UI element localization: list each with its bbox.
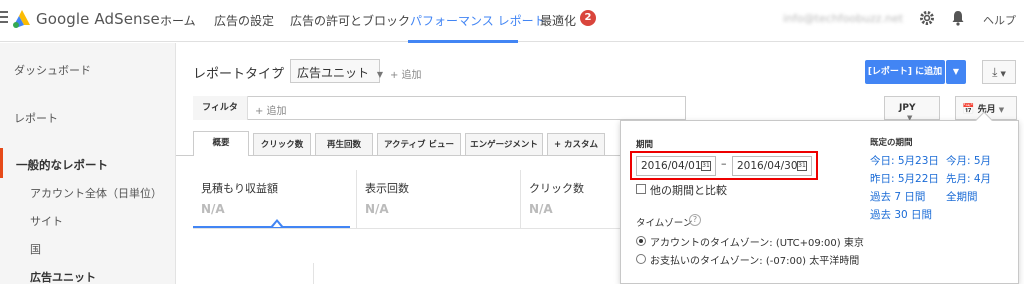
end-date-value: 2016/04/30	[737, 160, 798, 172]
tz-account-label[interactable]: アカウントのタイムゾーン: (UTC+09:00) 東京	[650, 234, 864, 249]
sidebar-item-account-daily[interactable]: アカウント全体（日単位）	[30, 185, 162, 201]
tab-custom[interactable]: + カスタム	[547, 133, 605, 155]
presets-title: 既定の期間	[870, 138, 913, 148]
preset-yesterday[interactable]: 昨日: 5月22日	[870, 171, 939, 186]
nav-ad-settings[interactable]: 広告の設定	[214, 12, 274, 29]
tab-plays[interactable]: 再生回数	[315, 133, 373, 155]
metrics-divider	[193, 228, 620, 229]
preset-last-7-days[interactable]: 過去 7 日間	[870, 189, 925, 204]
filter-button[interactable]: フィルタ	[193, 96, 248, 120]
metric-pointer-inner	[273, 222, 281, 227]
metric-selected-line	[193, 226, 350, 228]
start-date-value: 2016/04/01	[641, 160, 702, 172]
end-date-field[interactable]: 2016/04/30 31	[732, 156, 812, 176]
tab-active-view[interactable]: アクティブ ビュー	[377, 133, 461, 155]
report-type-select[interactable]: 広告ユニット ▼	[290, 59, 383, 83]
download-button[interactable]: ⤓ ▼	[982, 60, 1016, 84]
metric-value: N/A	[365, 202, 389, 216]
brand-name[interactable]: Google AdSense	[36, 10, 160, 28]
metric-label: 表示回数	[365, 182, 409, 195]
sidebar-item-site[interactable]: サイト	[30, 213, 63, 229]
preset-last-month[interactable]: 先月: 4月	[946, 171, 991, 186]
sidebar-item-dashboard[interactable]: ダッシュボード	[14, 62, 91, 78]
currency-value: JPY	[899, 103, 916, 113]
calendar-icon: 📅	[962, 104, 975, 115]
nav-active-indicator	[408, 40, 518, 43]
preset-today[interactable]: 今日: 5月23日	[870, 153, 939, 168]
chevron-down-icon: ▼	[952, 67, 960, 76]
timezone-title: タイムゾーン	[636, 218, 693, 229]
tz-payment-radio[interactable]	[636, 254, 646, 264]
sidebar-item-report[interactable]: レポート	[14, 110, 58, 126]
nav-optimization[interactable]: 最適化	[540, 12, 576, 29]
sidebar-item-ad-units[interactable]: 広告ユニット	[30, 269, 96, 284]
compare-checkbox[interactable]	[636, 184, 646, 194]
account-email: info@techfoobuzz.net	[783, 12, 904, 25]
nav-home[interactable]: ホーム	[160, 12, 196, 29]
preset-all-time[interactable]: 全期間	[946, 189, 978, 204]
metric-clicks[interactable]: クリック数 N/A	[521, 170, 620, 228]
add-dimension-link[interactable]: + 追加	[390, 66, 422, 81]
metric-label: クリック数	[529, 182, 584, 195]
tz-payment-label[interactable]: お支払いのタイムゾーン: (-07:00) 太平洋時間	[650, 252, 859, 267]
tab-overview[interactable]: 概要	[193, 131, 249, 156]
date-range-dash: –	[721, 157, 727, 170]
start-date-field[interactable]: 2016/04/01 31	[636, 156, 716, 176]
menu-icon[interactable]	[0, 11, 8, 27]
tab-clicks[interactable]: クリック数	[253, 133, 311, 155]
breadcrumb-separator: ›	[274, 63, 280, 78]
tab-engagement[interactable]: エンゲージメント	[465, 133, 543, 155]
help-link[interactable]: ヘルプ	[983, 12, 1016, 28]
nav-allow-block[interactable]: 広告の許可とブロック	[290, 12, 410, 29]
period-title: 期間	[636, 140, 654, 150]
download-icon: ⤓	[992, 65, 998, 79]
metric-label: 見積もり収益額	[201, 182, 278, 195]
gear-icon[interactable]	[919, 10, 935, 30]
nav-performance-reports[interactable]: パフォーマンス レポート	[410, 12, 546, 29]
tz-account-radio[interactable]	[636, 236, 646, 246]
add-to-report-dropdown[interactable]: ▼	[946, 60, 966, 84]
chevron-down-icon: ▼	[1000, 70, 1006, 78]
preset-this-month[interactable]: 今月: 5月	[946, 153, 991, 168]
help-icon[interactable]: ?	[689, 214, 701, 226]
calendar-icon[interactable]: 31	[701, 161, 711, 171]
sidebar-item-common-reports[interactable]: 一般的なレポート	[16, 157, 108, 173]
currency-select[interactable]: JPY ▼	[884, 96, 940, 122]
radio-selected-dot	[639, 239, 643, 243]
sidebar-item-country[interactable]: 国	[30, 241, 41, 257]
filter-add-link[interactable]: + 追加	[255, 102, 287, 117]
metric-impressions[interactable]: 表示回数 N/A	[357, 170, 521, 228]
bell-icon[interactable]	[950, 10, 966, 30]
add-to-report-button[interactable]: [レポート] に追加	[865, 60, 945, 84]
metric-value: N/A	[201, 202, 225, 216]
calendar-icon[interactable]: 31	[797, 161, 807, 171]
preset-last-30-days[interactable]: 過去 30 日間	[870, 207, 932, 222]
chevron-down-icon: ▼	[376, 70, 383, 79]
notification-badge: 2	[580, 10, 596, 26]
metric-value: N/A	[529, 202, 553, 216]
adsense-logo-icon	[12, 9, 32, 29]
sidebar-active-indicator	[0, 148, 3, 178]
chart-area-edge	[313, 263, 314, 284]
breadcrumb-report-type: レポートタイプ	[193, 67, 285, 82]
compare-label[interactable]: 他の期間と比較	[650, 182, 727, 198]
report-type-value: 広告ユニット	[297, 66, 370, 80]
chevron-down-icon: ▼	[998, 106, 1005, 114]
